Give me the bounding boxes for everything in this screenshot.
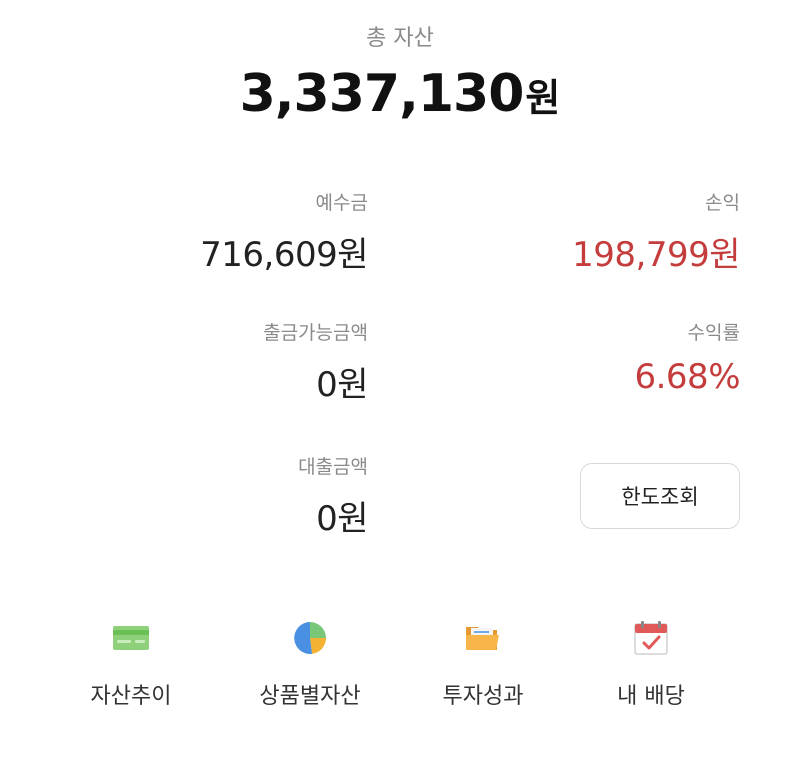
- profit-label: 손익: [705, 192, 740, 214]
- withdrawable-value: 0원: [316, 365, 368, 405]
- menu-item-label: 상품별자산: [259, 684, 361, 709]
- folder-icon: [466, 627, 499, 650]
- profit-value: 198,799원: [572, 235, 740, 275]
- menu-item-label: 내 배당: [617, 684, 685, 709]
- loan-value: 0원: [316, 499, 368, 539]
- deposit-label: 예수금: [315, 192, 368, 214]
- menu-item-label: 자산추이: [90, 684, 172, 709]
- total-assets-amount: 3,337,130: [239, 64, 525, 124]
- loan-metric: 대출금액 0원: [68, 452, 368, 540]
- menu-item-investment-performance[interactable]: 투자성과: [398, 618, 568, 710]
- deposit-metric: 예수금 716,609원: [68, 188, 368, 276]
- return-rate-label: 수익률: [687, 322, 740, 344]
- menu-item-my-dividends[interactable]: 내 배당: [566, 618, 736, 710]
- total-assets-unit: 원: [525, 76, 561, 120]
- total-assets-label: 총 자산: [366, 26, 434, 51]
- limit-inquiry-button[interactable]: 한도조회: [580, 463, 740, 529]
- calendar-icon: [634, 621, 668, 655]
- menu-item-asset-trend[interactable]: 자산추이: [46, 618, 216, 710]
- withdrawable-metric: 출금가능금액 0원: [68, 318, 368, 406]
- menu-item-assets-by-product[interactable]: 상품별자산: [225, 618, 395, 710]
- asset-summary-screen: 총 자산 3,337,130원 예수금 716,609원 손익 198,799원…: [0, 0, 800, 782]
- deposit-value: 716,609원: [200, 235, 368, 275]
- quick-menu: 자산추이 상품별자산 투자성과 내 배당: [0, 618, 800, 728]
- profit-metric: 손익 198,799원: [440, 188, 740, 276]
- pie-chart-icon: [294, 622, 327, 654]
- return-rate-value: 6.68%: [634, 357, 740, 397]
- menu-item-label: 투자성과: [442, 684, 524, 709]
- return-rate-metric: 수익률 6.68%: [440, 318, 740, 397]
- total-assets-value: 3,337,130원: [0, 64, 800, 124]
- withdrawable-label: 출금가능금액: [263, 322, 368, 344]
- credit-card-icon: [113, 626, 149, 650]
- loan-label: 대출금액: [298, 456, 368, 478]
